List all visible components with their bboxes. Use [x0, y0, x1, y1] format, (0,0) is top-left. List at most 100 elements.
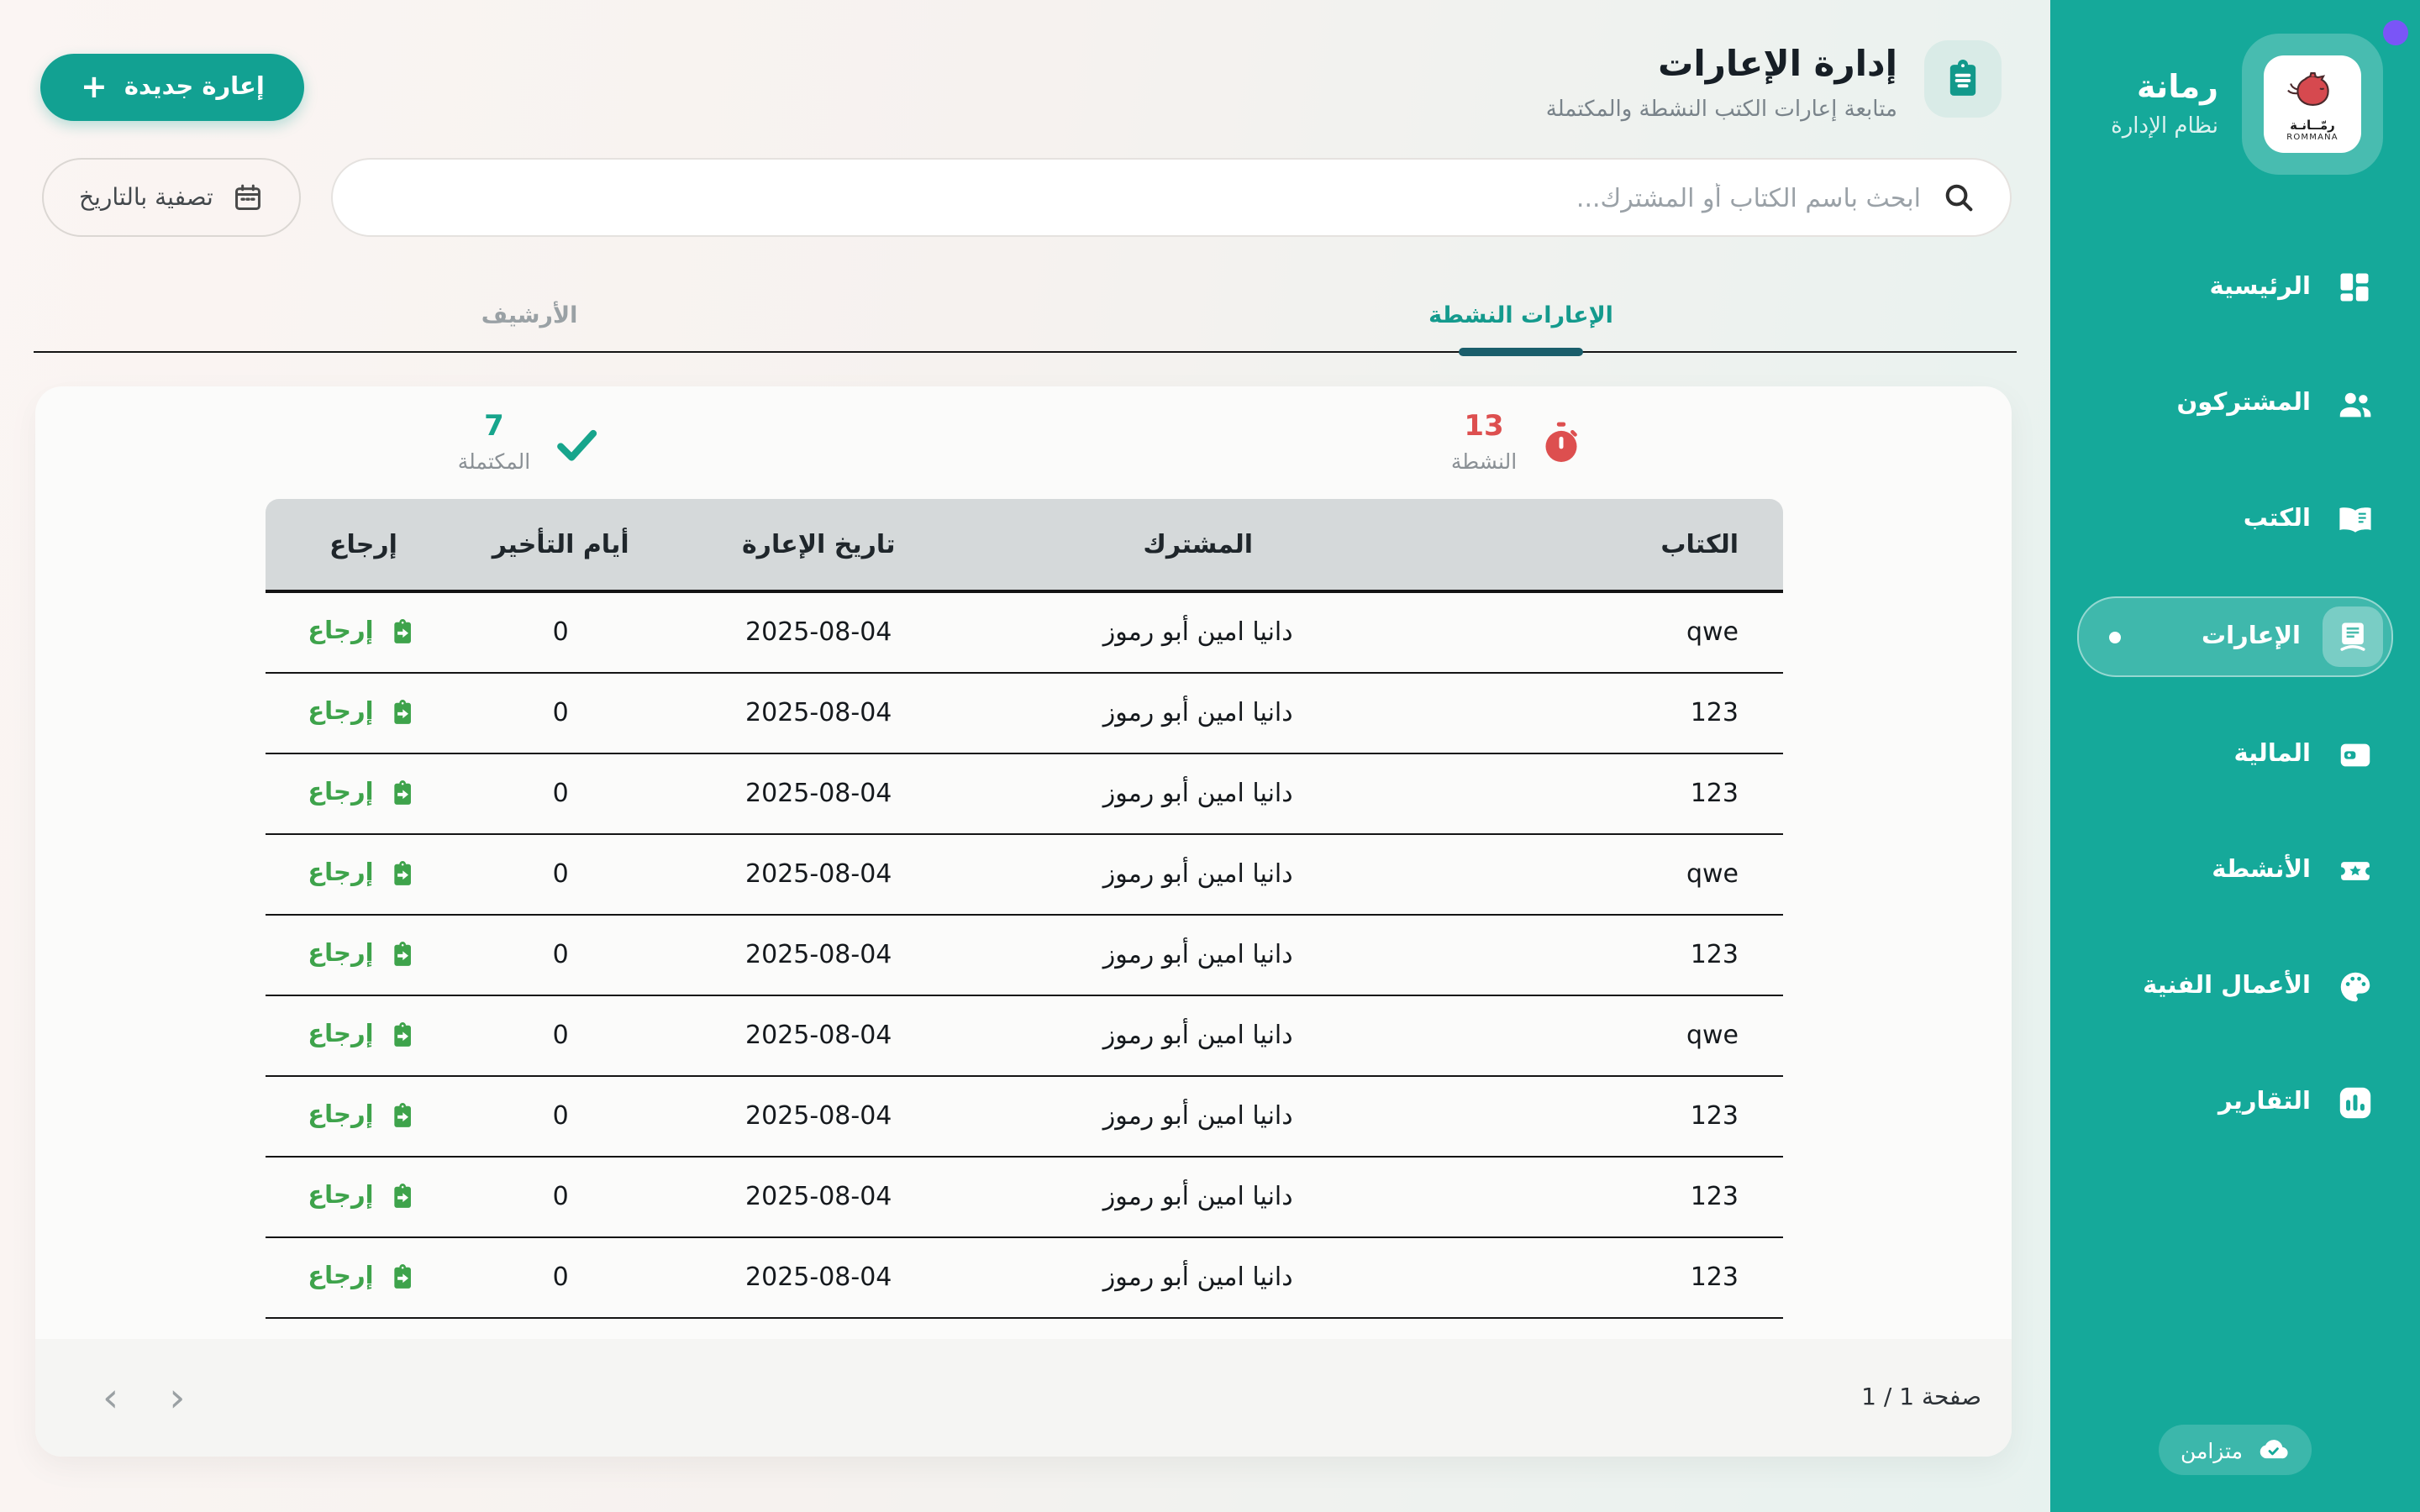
subscriber-cell: دانيا امين أبو رموز — [978, 1182, 1418, 1212]
subscriber-cell: دانيا امين أبو رموز — [978, 1263, 1418, 1293]
subscriber-cell: دانيا امين أبو رموز — [978, 1021, 1418, 1051]
logo-tile: رمّــانـة ROMMANA — [2242, 34, 2383, 175]
check-icon — [550, 417, 601, 468]
sidebar-item-artworks[interactable]: الأعمال الفنية — [2077, 948, 2393, 1025]
book-cell: qwe — [1418, 1021, 1782, 1051]
return-icon — [387, 939, 419, 971]
table-row: qweدانيا امين أبو رموز2025-08-040إرجاع — [265, 593, 1782, 674]
sync-status-badge: متزامن — [2159, 1425, 2312, 1475]
search-row: تصفية بالتاريخ — [0, 123, 2050, 237]
header-delay-days: أيام التأخير — [462, 529, 660, 559]
tabs: الإعارات النشطة الأرشيف — [34, 279, 2017, 353]
search-icon — [1941, 180, 1976, 215]
table-row: 123دانيا امين أبو رموز2025-08-040إرجاع — [265, 1238, 1782, 1319]
header-subscriber: المشترك — [978, 529, 1418, 559]
table-row: 123دانيا امين أبو رموز2025-08-040إرجاع — [265, 916, 1782, 996]
return-icon — [387, 778, 419, 810]
tab-label: الإعارات النشطة — [1428, 302, 1613, 328]
loan-date-cell: 2025-08-04 — [660, 1101, 978, 1131]
calendar-icon — [232, 181, 264, 213]
sidebar-item-loans[interactable]: الإعارات — [2077, 596, 2393, 677]
return-button[interactable]: إرجاع — [308, 617, 418, 648]
pager-buttons: ‹ › — [103, 1378, 185, 1418]
date-filter-button[interactable]: تصفية بالتاريخ — [42, 158, 301, 237]
title-texts: إدارة الإعارات متابعة إعارات الكتب النشط… — [1546, 40, 1897, 123]
sidebar-item-finance[interactable]: المالية — [2077, 716, 2393, 793]
date-filter-label: تصفية بالتاريخ — [79, 184, 213, 211]
next-page-button[interactable]: › — [103, 1378, 118, 1418]
brand-title: رمانة — [2137, 69, 2218, 109]
delay-days-cell: 0 — [462, 617, 660, 648]
return-button[interactable]: إرجاع — [308, 778, 418, 810]
return-button[interactable]: إرجاع — [308, 1262, 418, 1294]
return-button[interactable]: إرجاع — [308, 1181, 418, 1213]
dashboard-icon — [2333, 265, 2376, 309]
plus-icon: + — [81, 71, 108, 103]
app-root: رمّــانـة ROMMANA رمانة نظام الإدارة الر… — [0, 0, 2420, 1512]
subscriber-cell: دانيا امين أبو رموز — [978, 859, 1418, 890]
sidebar-item-label: المشتركون — [2177, 390, 2311, 417]
book-cell: qwe — [1418, 859, 1782, 890]
sidebar-item-label: الرئيسية — [2209, 274, 2311, 301]
table-row: 123دانيا امين أبو رموز2025-08-040 إرجاع — [265, 1077, 1782, 1158]
tab-archive[interactable]: الأرشيف — [34, 279, 1025, 351]
sidebar-item-activities[interactable]: الأنشطة — [2077, 832, 2393, 909]
return-icon — [387, 617, 419, 648]
return-button[interactable]: إرجاع — [308, 939, 418, 971]
table-row: qweدانيا امين أبو رموز2025-08-040إرجاع — [265, 996, 1782, 1077]
chevron-next-icon: › — [103, 1374, 118, 1421]
subscriber-cell: دانيا امين أبو رموز — [978, 1101, 1418, 1131]
tab-indicator — [1459, 348, 1583, 356]
active-label: النشطة — [1451, 449, 1517, 474]
sidebar-item-home[interactable]: الرئيسية — [2077, 249, 2393, 326]
brand: رمّــانـة ROMMANA رمانة نظام الإدارة — [2077, 34, 2393, 175]
loan-date-cell: 2025-08-04 — [660, 698, 978, 728]
new-loan-label: إعارة جديدة — [124, 74, 265, 101]
ticket-star-icon — [2333, 848, 2376, 892]
delay-days-cell: 0 — [462, 698, 660, 728]
sidebar-nav: الرئيسية المشتركون الكتب الإعارات — [2077, 249, 2393, 1141]
chevron-prev-icon: ‹ — [169, 1374, 185, 1421]
book-cell: 123 — [1418, 698, 1782, 728]
loan-date-cell: 2025-08-04 — [660, 859, 978, 890]
subscriber-cell: دانيا امين أبو رموز — [978, 617, 1418, 648]
brand-subtitle: نظام الإدارة — [2111, 114, 2218, 139]
header-return: إرجاع — [265, 529, 462, 559]
loan-date-cell: 2025-08-04 — [660, 1263, 978, 1293]
sidebar-item-label: الإعارات — [2202, 623, 2301, 650]
sidebar-item-books[interactable]: الكتب — [2077, 480, 2393, 558]
open-book-icon — [2333, 497, 2376, 541]
book-cell: qwe — [1418, 617, 1782, 648]
sidebar-item-label: الأنشطة — [2212, 857, 2311, 884]
clipboard-tile — [1924, 40, 2002, 118]
return-button[interactable]: إرجاع — [308, 697, 418, 729]
brand-text: رمانة نظام الإدارة — [2111, 69, 2218, 139]
book-cell: 123 — [1418, 1101, 1782, 1131]
title-group: إدارة الإعارات متابعة إعارات الكتب النشط… — [1546, 40, 2002, 123]
return-button[interactable]: إرجاع — [308, 1100, 418, 1132]
table-row: qweدانيا امين أبو رموز2025-08-040إرجاع — [265, 835, 1782, 916]
delay-days-cell: 0 — [462, 779, 660, 809]
search-input[interactable] — [366, 182, 1921, 213]
pomegranate-icon — [2286, 66, 2339, 117]
subscriber-cell: دانيا امين أبو رموز — [978, 779, 1418, 809]
completed-label: المكتملة — [458, 449, 531, 474]
return-button[interactable]: إرجاع — [308, 1020, 418, 1052]
sidebar-item-reports[interactable]: التقارير — [2077, 1063, 2393, 1141]
sidebar-item-subscribers[interactable]: المشتركون — [2077, 365, 2393, 442]
tab-active-loans[interactable]: الإعارات النشطة — [1025, 279, 2017, 351]
return-button[interactable]: إرجاع — [308, 858, 418, 890]
page-indicator: صفحة 1 / 1 — [1861, 1384, 1981, 1411]
wallet-icon — [2333, 732, 2376, 776]
dev-overlay-dot[interactable] — [2383, 20, 2408, 45]
sidebar-item-label: الكتب — [2244, 506, 2311, 533]
return-icon — [387, 1020, 419, 1052]
people-icon — [2333, 381, 2376, 425]
new-loan-button[interactable]: إعارة جديدة + — [40, 54, 305, 121]
sidebar-item-label: التقارير — [2218, 1089, 2311, 1116]
delay-days-cell: 0 — [462, 1101, 660, 1131]
prev-page-button[interactable]: ‹ — [169, 1378, 185, 1418]
search-box[interactable] — [331, 158, 2012, 237]
delay-days-cell: 0 — [462, 940, 660, 970]
tab-label: الأرشيف — [481, 302, 578, 328]
